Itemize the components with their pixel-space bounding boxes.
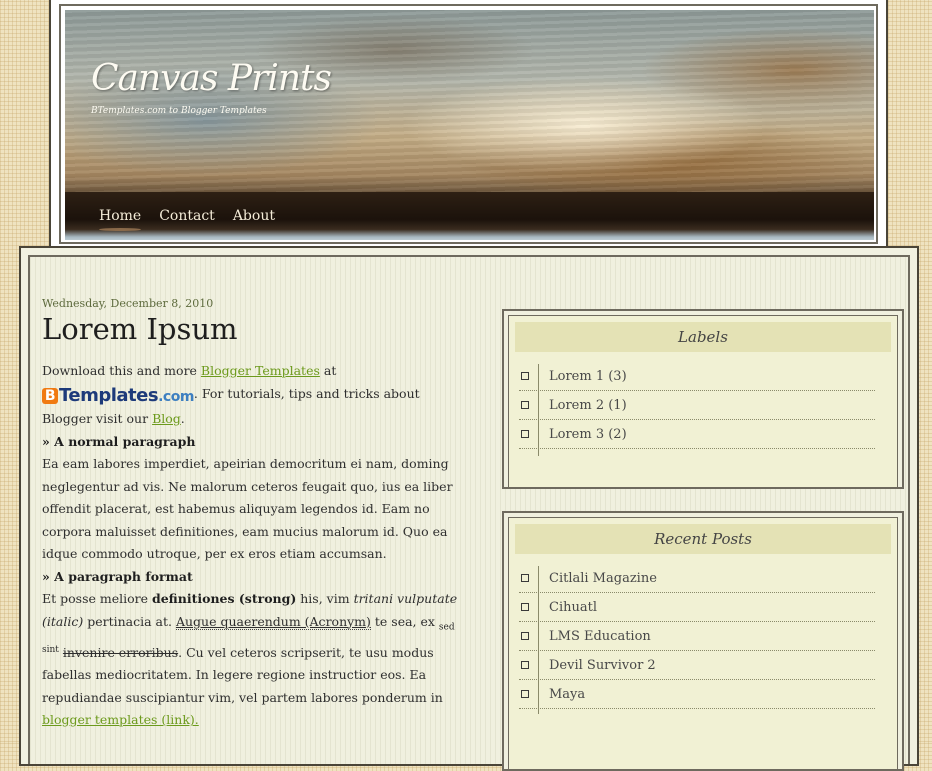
header-frame: Canvas Prints BTemplates.com to Blogger … bbox=[59, 4, 878, 244]
header: Canvas Prints BTemplates.com to Blogger … bbox=[49, 0, 888, 250]
superscript-text: sint bbox=[42, 644, 59, 655]
blog-link[interactable]: Blog bbox=[152, 411, 181, 426]
recent-post-link[interactable]: Devil Survivor 2 bbox=[549, 658, 656, 673]
recent-post-link[interactable]: Maya bbox=[549, 687, 585, 702]
recent-posts-widget-frame: Recent Posts Citlali Magazine Cihuatl LM… bbox=[508, 517, 898, 769]
square-bullet-icon bbox=[521, 574, 529, 582]
normal-paragraph: Ea eam labores imperdiet, apeirian democ… bbox=[42, 456, 453, 561]
intro-text: . bbox=[180, 411, 185, 426]
list-item: Lorem 3 (2) bbox=[519, 420, 875, 449]
format-paragraph: Et posse meliore definitiones (strong) h… bbox=[42, 588, 470, 732]
list-item: Lorem 1 (3) bbox=[519, 362, 875, 391]
acronym-text[interactable]: Augue quaerendum (Acronym) bbox=[175, 613, 371, 630]
post-date: Wednesday, December 8, 2010 bbox=[42, 297, 214, 310]
list-item: Lorem 2 (1) bbox=[519, 391, 875, 420]
subscript-text: sed bbox=[438, 622, 455, 632]
nav-contact[interactable]: Contact bbox=[159, 208, 215, 224]
intro-text: Download this and more bbox=[42, 363, 201, 378]
content-area: Wednesday, December 8, 2010 Lorem Ipsum … bbox=[19, 246, 919, 771]
blog-post: Wednesday, December 8, 2010 Lorem Ipsum … bbox=[42, 297, 470, 732]
list-item: Citlali Magazine bbox=[519, 564, 875, 593]
square-bullet-icon bbox=[521, 401, 529, 409]
list-item: Devil Survivor 2 bbox=[519, 651, 875, 680]
section-heading-normal: » A normal paragraph bbox=[42, 433, 196, 449]
recent-post-link[interactable]: LMS Education bbox=[549, 629, 651, 644]
labels-widget: Labels Lorem 1 (3) Lorem 2 (1) Lorem 3 (… bbox=[502, 309, 904, 489]
nav-home[interactable]: Home bbox=[99, 208, 142, 231]
square-bullet-icon bbox=[521, 690, 529, 698]
square-bullet-icon bbox=[521, 632, 529, 640]
format-text: pertinacia at. bbox=[83, 613, 176, 629]
list-item: Cihuatl bbox=[519, 593, 875, 622]
recent-post-link[interactable]: Cihuatl bbox=[549, 600, 597, 615]
header-banner: Canvas Prints BTemplates.com to Blogger … bbox=[65, 10, 874, 240]
square-bullet-icon bbox=[521, 661, 529, 669]
format-text: te sea, ex bbox=[370, 613, 439, 629]
strong-text: definitiones (strong) bbox=[151, 591, 297, 606]
logo-com: .com bbox=[158, 388, 194, 405]
strikethrough-text: invenire erroribus bbox=[62, 644, 179, 660]
recent-post-link[interactable]: Citlali Magazine bbox=[549, 571, 657, 586]
square-bullet-icon bbox=[521, 430, 529, 438]
blogger-templates-inline-link[interactable]: blogger templates (link). bbox=[42, 712, 199, 727]
list-item: LMS Education bbox=[519, 622, 875, 651]
format-text: Et posse meliore bbox=[42, 591, 152, 606]
format-text: his, vim bbox=[296, 591, 354, 606]
label-link[interactable]: Lorem 2 (1) bbox=[549, 398, 627, 413]
btemplates-logo[interactable]: B Templates.com bbox=[42, 385, 194, 406]
section-heading-format: » A paragraph format bbox=[42, 568, 193, 584]
labels-widget-frame: Labels Lorem 1 (3) Lorem 2 (1) Lorem 3 (… bbox=[508, 315, 898, 487]
logo-b-icon: B bbox=[42, 387, 58, 404]
square-bullet-icon bbox=[521, 372, 529, 380]
label-link[interactable]: Lorem 1 (3) bbox=[549, 369, 627, 384]
recent-posts-list: Citlali Magazine Cihuatl LMS Education D… bbox=[509, 564, 897, 714]
post-body: Download this and more Blogger Templates… bbox=[42, 360, 470, 732]
recent-posts-widget-title: Recent Posts bbox=[515, 524, 891, 554]
top-nav: Home Contact About bbox=[99, 208, 275, 231]
square-bullet-icon bbox=[521, 603, 529, 611]
post-title[interactable]: Lorem Ipsum bbox=[42, 312, 470, 346]
labels-widget-title: Labels bbox=[515, 322, 891, 352]
labels-list: Lorem 1 (3) Lorem 2 (1) Lorem 3 (2) bbox=[509, 362, 897, 456]
intro-text: at bbox=[319, 363, 337, 378]
intro-paragraph: Download this and more Blogger Templates… bbox=[42, 360, 470, 431]
label-link[interactable]: Lorem 3 (2) bbox=[549, 427, 627, 442]
blogger-templates-link[interactable]: Blogger Templates bbox=[201, 363, 320, 378]
content-frame: Wednesday, December 8, 2010 Lorem Ipsum … bbox=[28, 255, 910, 771]
list-item: Maya bbox=[519, 680, 875, 709]
site-description: BTemplates.com to Blogger Templates bbox=[91, 106, 267, 116]
logo-text: Templates bbox=[59, 384, 159, 406]
nav-about[interactable]: About bbox=[233, 208, 275, 224]
site-title[interactable]: Canvas Prints bbox=[91, 58, 332, 99]
recent-posts-widget: Recent Posts Citlali Magazine Cihuatl LM… bbox=[502, 511, 904, 771]
